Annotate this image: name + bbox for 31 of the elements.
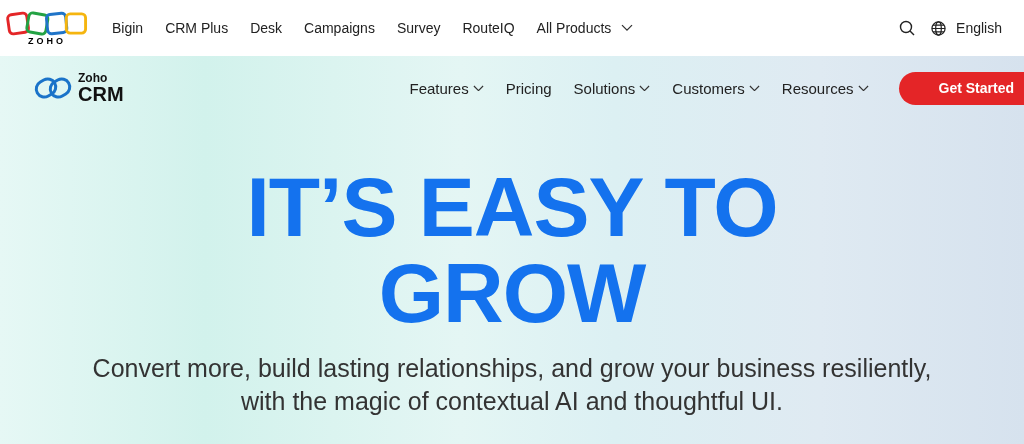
all-products-menu[interactable]: All Products (536, 20, 634, 36)
chevron-down-icon (857, 84, 869, 92)
search-icon[interactable] (899, 20, 916, 36)
nav-item[interactable]: Customers (672, 79, 760, 97)
product-link[interactable]: RouteIQ (462, 20, 515, 36)
nav-item[interactable]: Pricing (505, 79, 552, 97)
logo-squares-icon (4, 10, 90, 37)
chevron-down-icon (639, 84, 651, 92)
chevron-down-icon (621, 24, 634, 32)
nav-item[interactable]: Solutions (573, 79, 651, 97)
logo-product: CRM (78, 84, 124, 104)
product-link[interactable]: Campaigns (304, 20, 375, 36)
logo-wordmark: ZOHO (28, 37, 66, 46)
language-selector[interactable]: English (931, 20, 1002, 36)
nav-item[interactable]: Resources (781, 79, 869, 97)
product-link[interactable]: Survey (396, 20, 441, 36)
chevron-down-icon (472, 84, 484, 92)
chevron-down-icon (748, 84, 760, 92)
logo-brand: Zoho (78, 72, 109, 84)
hero-headline: GROW (378, 250, 646, 336)
globe-icon (931, 20, 947, 36)
crm-logo-icon[interactable] (34, 75, 72, 101)
nav-item[interactable]: Features (409, 79, 484, 97)
product-link[interactable]: CRM Plus (165, 20, 229, 36)
hero-subtitle: with the magic of contextual AI and thoughtful UI. (241, 386, 783, 417)
hero-subtitle: Convert more, build lasting relationships, and grow your business resiliently, (92, 353, 932, 384)
zoho-logo[interactable]: ZOHO (4, 10, 90, 46)
product-link[interactable]: Desk (250, 20, 283, 36)
product-link[interactable]: Bigin (112, 20, 144, 36)
get-started-button[interactable]: Get Started (898, 71, 1024, 105)
hero-headline: IT’S EASY TO (246, 164, 778, 250)
